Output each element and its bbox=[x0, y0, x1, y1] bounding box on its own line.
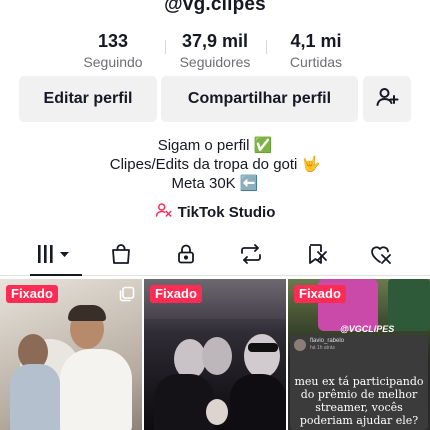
bio-line: Sigam o perfil ✅ bbox=[157, 137, 273, 154]
shop-bag-icon bbox=[109, 242, 133, 271]
profile-actions: Editar perfil Compartilhar perfil bbox=[0, 76, 430, 122]
pinned-badge: Fixado bbox=[6, 285, 58, 303]
lock-icon bbox=[174, 242, 198, 271]
edit-profile-button[interactable]: Editar perfil bbox=[19, 76, 157, 122]
video-thumbnail[interactable]: @VGCLIPES flavio_rabelo há 1h atrás meu … bbox=[288, 279, 430, 430]
story-time: há 1h atrás bbox=[310, 345, 336, 351]
story-username: flavio_rabelo bbox=[310, 338, 345, 344]
share-profile-button[interactable]: Compartilhar perfil bbox=[161, 76, 358, 122]
thumbnail-figure bbox=[388, 279, 430, 331]
thumbnail-figure bbox=[68, 305, 106, 321]
person-plus-icon bbox=[375, 85, 399, 114]
profile-tabs bbox=[0, 236, 430, 276]
tab-reposts[interactable] bbox=[236, 242, 266, 270]
tab-private[interactable] bbox=[171, 242, 201, 270]
pinned-badge: Fixado bbox=[294, 285, 346, 303]
video-caption: meu ex tá participando do prêmio de melh… bbox=[294, 375, 424, 427]
video-thumbnail[interactable]: Fixado bbox=[144, 279, 286, 430]
thumbnail-figure bbox=[174, 339, 206, 379]
videos-grid-icon bbox=[36, 243, 76, 270]
thumbnail-figure bbox=[10, 364, 60, 430]
profile-username: @vg.clipes bbox=[164, 0, 266, 15]
stat-likes[interactable]: 4,1 mi Curtidas bbox=[256, 30, 376, 71]
thumbnail-figure bbox=[60, 349, 132, 430]
video-grid: Fixado Fixado @VGCLIPES flavio_rabelo há… bbox=[0, 279, 430, 430]
stat-likes-label: Curtidas bbox=[289, 54, 343, 70]
pinned-badge: Fixado bbox=[150, 285, 202, 303]
story-avatar bbox=[294, 339, 306, 351]
bio-line: Clipes/Edits da tropa do goti 🤟 bbox=[109, 156, 321, 173]
thumbnail-figure bbox=[154, 374, 214, 430]
thumbnail-figure bbox=[248, 343, 278, 352]
tab-shop[interactable] bbox=[106, 242, 136, 270]
thumbnail-figure bbox=[206, 399, 228, 425]
repost-icon bbox=[238, 242, 264, 271]
tiktok-studio-link[interactable]: TikTok Studio bbox=[0, 201, 430, 223]
favorites-icon bbox=[304, 242, 328, 271]
liked-icon bbox=[368, 242, 394, 271]
tiktok-studio-label: TikTok Studio bbox=[177, 203, 276, 221]
tiktok-studio-icon bbox=[155, 201, 173, 223]
profile-bio: Sigam o perfil ✅ Clipes/Edits da tropa d… bbox=[0, 136, 430, 193]
bio-line: Meta 30K ⬅️ bbox=[171, 175, 259, 192]
thumbnail-figure bbox=[230, 374, 286, 430]
video-thumbnail[interactable]: Fixado bbox=[0, 279, 142, 430]
tab-videos[interactable] bbox=[30, 242, 82, 276]
video-watermark: @VGCLIPES bbox=[340, 324, 395, 334]
profile-stats: 133 Seguindo 37,9 mil Seguidores 4,1 mi … bbox=[0, 30, 430, 74]
stat-likes-value: 4,1 mi bbox=[290, 31, 342, 51]
tab-liked[interactable] bbox=[366, 242, 396, 270]
thumbnail-figure bbox=[202, 337, 232, 375]
tab-favorites[interactable] bbox=[301, 242, 331, 270]
story-screenshot: flavio_rabelo há 1h atrás meu ex tá part… bbox=[290, 335, 428, 430]
thumbnail-figure bbox=[244, 334, 280, 378]
multi-photo-icon bbox=[119, 286, 135, 307]
add-friends-button[interactable] bbox=[363, 76, 411, 122]
